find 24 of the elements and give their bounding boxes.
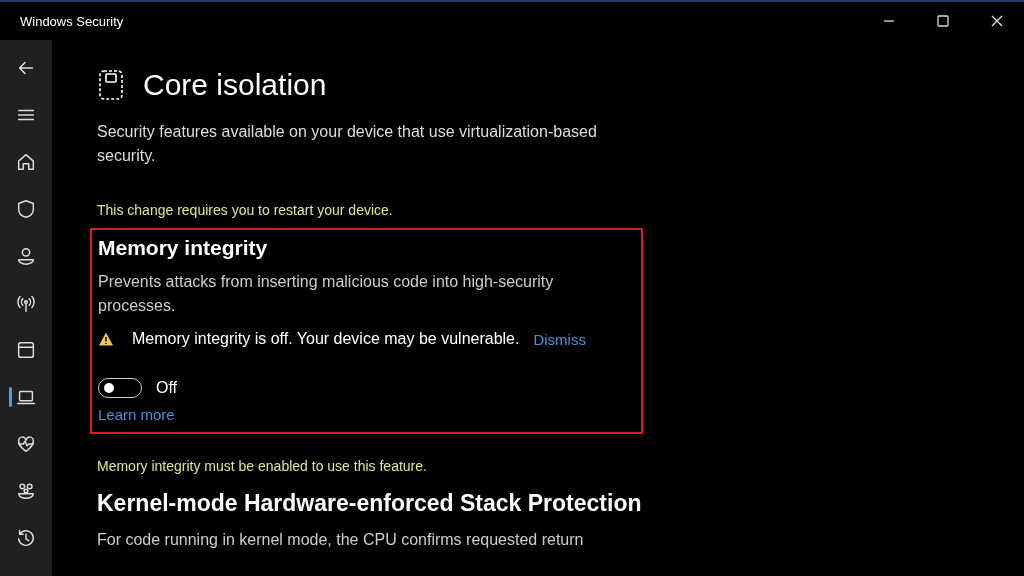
section-title: Memory integrity <box>98 236 269 260</box>
requirement-note: Memory integrity must be enabled to use this feature. <box>97 458 427 474</box>
maximize-icon <box>936 14 950 28</box>
toggle-label: Off <box>156 379 178 397</box>
window-icon <box>15 339 37 361</box>
page-description: Security features available on your device that use virtualization-based security. <box>97 122 598 166</box>
warning-icon <box>98 331 114 347</box>
heartbeat-icon <box>15 433 37 455</box>
person-icon <box>15 245 37 267</box>
window-title: Windows Security <box>19 13 125 29</box>
page-title: Core isolation <box>143 68 327 102</box>
history-icon <box>15 527 37 549</box>
shield-icon <box>15 198 37 220</box>
warning-message: Memory integrity is off. Your device may be vulnerable. <box>132 330 520 348</box>
learn-more-link[interactable]: Learn more <box>98 406 175 423</box>
section-description: Prevents attacks from inserting malicious code into high-security processes. <box>98 272 555 316</box>
chip-icon <box>97 69 125 101</box>
close-icon <box>990 14 1004 28</box>
section-title: Kernel-mode Hardware-enforced Stack Protection <box>97 490 642 517</box>
dismiss-link[interactable]: Dismiss <box>533 330 586 348</box>
section-description: For code running in kernel mode, the CPU confirms requested return <box>97 531 584 549</box>
home-icon <box>15 151 37 173</box>
restart-note: This change requires you to restart your device. <box>97 202 393 218</box>
family-icon <box>15 480 37 502</box>
